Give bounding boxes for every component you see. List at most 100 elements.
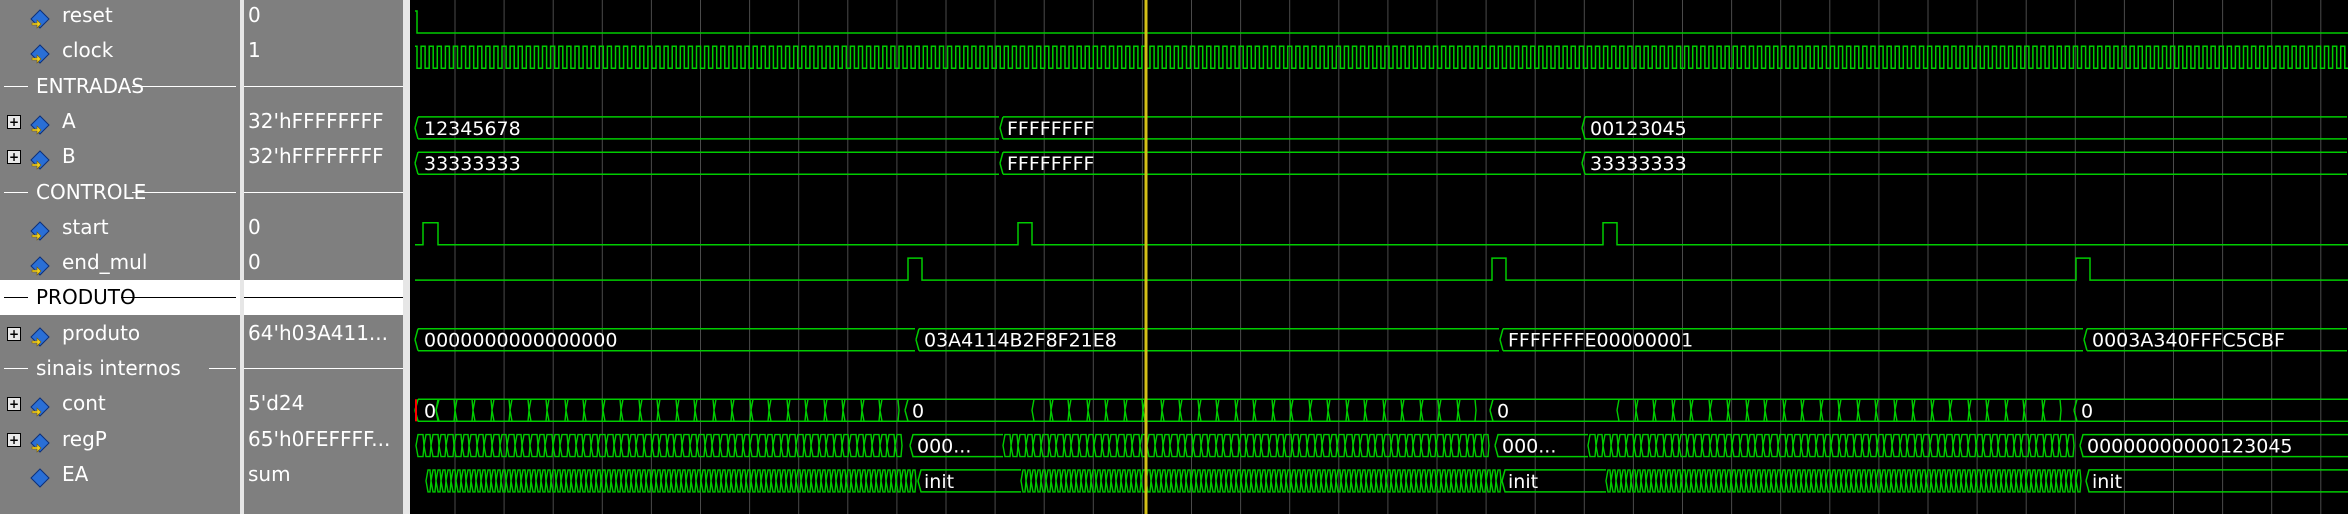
bus-b-segment [1581,151,2347,175]
enum-signal-icon [30,464,50,488]
pane-splitter[interactable] [403,0,410,514]
bus-label: 33333333 [1590,153,1687,175]
bus-label: init [924,471,954,493]
signal-name: cont [62,391,106,416]
waveform-pane[interactable]: 12345678 FFFFFFFF 00123045 33333333 FFFFFFFF… [410,0,2348,514]
signal-value-A: 32'hFFFFFFFF [248,108,384,133]
bus-label: 03A4114B2F8F21E8 [924,330,1117,352]
bus-cont-dense [435,398,900,422]
bit-signal-icon [30,40,50,65]
divider-value-cell [244,351,407,386]
bit-signal-icon [30,5,50,29]
divider-line [209,368,236,369]
clock-wave [415,45,2348,70]
bus-label: init [2092,471,2122,493]
divider-value-cell [244,175,407,210]
signal-row-end_mul[interactable]: end_mul [0,245,240,280]
divider-value-cell [244,280,407,316]
signal-row-produto[interactable]: + produto [0,316,240,351]
bus-signal-icon [30,111,50,135]
signal-row-EA[interactable]: EA [0,457,240,492]
divider-controle[interactable]: CONTROLE [0,175,240,210]
divider-line [244,297,407,299]
expand-toggle-icon[interactable]: + [7,397,21,412]
bus-label: FFFFFFFE00000001 [1508,330,1693,352]
bus-signal-icon [30,146,50,170]
signal-value-EA: sum [248,461,291,486]
divider-produto[interactable]: PRODUTO [0,280,240,316]
signal-value-start: 0 [248,214,261,239]
bus-label: init [1508,471,1538,493]
signal-value-end_mul: 0 [248,250,261,275]
signal-name: EA [62,461,89,486]
bus-label: 00000000000123045 [2087,436,2293,458]
signal-row-A[interactable]: + A [0,104,240,139]
divider-line [121,297,236,299]
bus-label: 000... [917,436,971,458]
waveform-canvas[interactable]: 12345678 FFFFFFFF 00123045 33333333 FFFFFFFF… [410,0,2348,514]
bus-label: 0 [2081,400,2093,422]
bus-label: 33333333 [424,153,521,175]
signal-value-reset: 0 [248,3,261,27]
end-mul-wave [415,257,2348,281]
divider-label: sinais internos [36,356,181,380]
signal-values-pane: 0 1 32'hFFFFFFFF 32'hFFFFFFFF 0 0 64'h03A411..… [244,0,407,514]
bus-signal-icon [30,323,50,347]
bus-ea-dense [1605,469,2082,493]
divider-line [4,85,28,87]
signal-name: regP [62,426,107,451]
signal-name: A [62,108,76,133]
bus-a-segment [1581,116,2347,140]
bus-label: FFFFFFFF [1007,153,1094,175]
signal-row-clock[interactable]: clock [0,33,240,68]
signal-name: B [62,144,76,169]
bus-label: 000... [1502,436,1556,458]
bus-label: 00123045 [1590,118,1687,140]
divider-value-cell [244,69,407,104]
bus-cont-dense [1031,398,1477,422]
signal-row-start[interactable]: start [0,210,240,245]
signal-name: reset [62,3,113,27]
divider-entradas[interactable]: ENTRADAS [0,69,240,104]
divider-label: ENTRADAS [36,73,145,98]
expand-toggle-icon[interactable]: + [7,432,21,447]
bus-ea-dense [425,469,917,493]
divider-label: CONTROLE [36,179,147,204]
divider-line [132,191,236,193]
divider-line [244,191,407,193]
divider-line [132,85,236,87]
signal-value-regP: 65'h0FEFFFF... [248,426,391,451]
bus-cont-hold [2073,398,2348,423]
expand-toggle-icon[interactable]: + [7,326,21,341]
expand-toggle-icon[interactable]: + [7,114,21,129]
bus-label: 0003A340FFFC5CBF [2092,330,2285,352]
divider-line [4,297,28,299]
bus-label: FFFFFFFF [1007,118,1094,140]
bus-label: 0 [912,400,924,422]
bus-cont-segment [414,398,2347,423]
bit-signal-icon [30,252,50,276]
divider-line [4,368,28,369]
bus-signal-icon [30,393,50,418]
bus-regp-dense [1587,433,2075,458]
signal-name: produto [62,320,141,345]
signal-value-B: 32'hFFFFFFFF [248,144,384,169]
expand-toggle-icon[interactable]: + [7,150,21,165]
signal-name: end_mul [62,250,148,275]
divider-line [244,85,407,87]
divider-sinais-internos[interactable]: sinais internos [0,351,240,386]
bus-signal-icon [30,429,50,453]
bus-label: 0 [424,400,436,422]
signal-row-regP[interactable]: + regP [0,422,240,457]
signal-value-clock: 1 [248,38,261,63]
signal-value-produto: 64'h03A411... [248,320,388,345]
signal-row-B[interactable]: + B [0,139,240,174]
signal-row-cont[interactable]: + cont [0,386,240,421]
bus-cont-dense [1616,398,2062,422]
divider-line [4,191,28,193]
bus-label: 12345678 [424,118,521,140]
signal-row-reset[interactable]: reset [0,0,240,33]
bus-regp-dense [415,433,903,458]
divider-line [244,368,407,369]
signal-names-pane: reset clock ENTRADAS + A + B CONTROLE start end_m… [0,0,240,514]
